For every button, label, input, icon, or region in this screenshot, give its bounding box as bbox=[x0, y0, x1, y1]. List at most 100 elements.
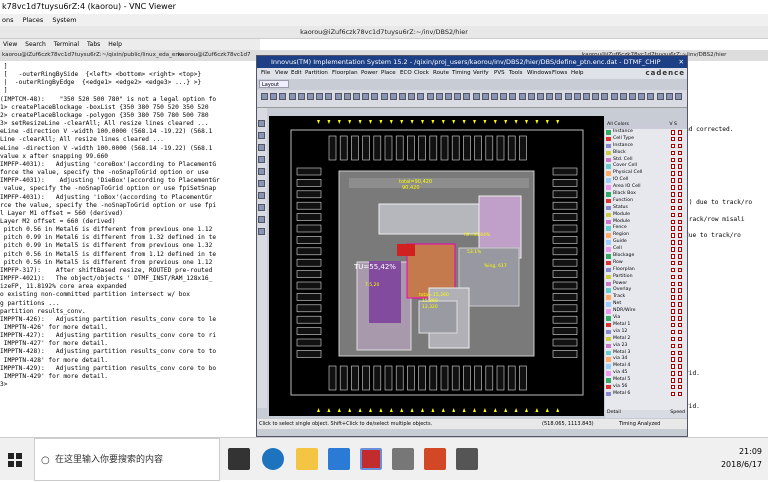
places-menu[interactable]: Places bbox=[23, 16, 44, 24]
visibility-checkbox[interactable] bbox=[670, 226, 675, 231]
visibility-checkbox[interactable] bbox=[670, 329, 675, 335]
toolbar-button[interactable] bbox=[463, 93, 471, 100]
menu-route[interactable]: Route bbox=[433, 68, 449, 79]
layer-row[interactable]: via 12 bbox=[605, 329, 687, 336]
visibility-checkbox[interactable] bbox=[670, 260, 675, 266]
visibility-checkbox[interactable] bbox=[670, 350, 675, 355]
toolbar-button[interactable] bbox=[389, 93, 397, 100]
layer-row[interactable]: Partition bbox=[605, 274, 687, 281]
side-tool-button[interactable] bbox=[258, 156, 265, 163]
visibility-checkbox[interactable] bbox=[677, 143, 682, 149]
menu-help[interactable]: Help bbox=[571, 68, 584, 79]
layer-row[interactable]: Metal 1 bbox=[605, 322, 687, 329]
layer-row[interactable]: Status bbox=[605, 205, 687, 212]
visibility-checkbox[interactable] bbox=[670, 371, 675, 376]
toolbar-button[interactable] bbox=[380, 93, 388, 100]
side-tool-button[interactable] bbox=[258, 216, 265, 223]
toolbar-button[interactable] bbox=[343, 93, 351, 100]
layer-row[interactable]: Blockage bbox=[605, 253, 687, 260]
menu-file[interactable]: File bbox=[261, 68, 270, 79]
visibility-checkbox[interactable] bbox=[677, 219, 682, 225]
visibility-checkbox[interactable] bbox=[670, 288, 675, 293]
toolbar-button[interactable] bbox=[399, 93, 406, 100]
toolbar-button[interactable] bbox=[297, 93, 305, 100]
menu-place[interactable]: Place bbox=[381, 68, 396, 79]
menu-view[interactable]: View bbox=[3, 41, 17, 48]
menu-edit[interactable]: Edit bbox=[291, 68, 302, 79]
layer-row[interactable]: Metal 5 bbox=[605, 377, 687, 384]
visibility-checkbox[interactable] bbox=[670, 274, 675, 280]
visibility-checkbox[interactable] bbox=[677, 240, 682, 245]
menu-partition[interactable]: Partition bbox=[305, 68, 328, 79]
layer-row[interactable]: via 23 bbox=[605, 343, 687, 350]
side-tool-button[interactable] bbox=[258, 132, 265, 139]
store-icon[interactable] bbox=[328, 448, 350, 470]
innovus-window[interactable]: Innovus(TM) Implementation System 15.2 -… bbox=[256, 55, 688, 437]
visibility-checkbox[interactable] bbox=[670, 391, 675, 397]
toolbar-button[interactable] bbox=[435, 93, 443, 100]
visibility-checkbox[interactable] bbox=[677, 295, 682, 300]
toolbar-button[interactable] bbox=[261, 93, 268, 100]
toolbar-button[interactable] bbox=[592, 93, 600, 100]
toolbar-button[interactable] bbox=[371, 93, 379, 100]
toolbar-button[interactable] bbox=[555, 93, 563, 100]
side-tool-button[interactable] bbox=[258, 168, 265, 175]
terminal-tab-2[interactable]: kaorou@iZuf6czk78vc1d7 bbox=[178, 50, 251, 61]
toolbar-button[interactable] bbox=[619, 93, 627, 100]
menu-search[interactable]: Search bbox=[25, 41, 46, 48]
visibility-checkbox[interactable] bbox=[670, 233, 675, 238]
menu-verify[interactable]: Verify bbox=[473, 68, 489, 79]
toolbar-button[interactable] bbox=[675, 93, 682, 100]
visibility-checkbox[interactable] bbox=[670, 302, 675, 307]
visibility-checkbox[interactable] bbox=[670, 157, 675, 163]
toolbar-button[interactable] bbox=[316, 93, 324, 100]
visibility-checkbox[interactable] bbox=[670, 336, 675, 342]
side-tool-button[interactable] bbox=[258, 192, 265, 199]
visibility-checkbox[interactable] bbox=[670, 164, 675, 169]
toolbar-button[interactable] bbox=[307, 93, 314, 100]
visibility-checkbox[interactable] bbox=[670, 212, 675, 218]
toolbar-button[interactable] bbox=[665, 93, 673, 100]
visibility-checkbox[interactable] bbox=[670, 240, 675, 245]
visibility-checkbox[interactable] bbox=[670, 185, 675, 190]
visibility-checkbox[interactable] bbox=[670, 267, 675, 273]
visibility-checkbox[interactable] bbox=[670, 343, 675, 349]
toolbar-button[interactable] bbox=[583, 93, 590, 100]
visibility-checkbox[interactable] bbox=[677, 391, 682, 397]
layer-row[interactable]: Row bbox=[605, 260, 687, 267]
menu-windows[interactable]: Windows bbox=[527, 68, 552, 79]
visibility-checkbox[interactable] bbox=[677, 260, 682, 266]
visibility-checkbox[interactable] bbox=[670, 178, 675, 183]
toolbar-button[interactable] bbox=[518, 93, 526, 100]
toolbar-button[interactable] bbox=[491, 93, 498, 100]
visibility-checkbox[interactable] bbox=[670, 357, 675, 362]
menu-pvs[interactable]: PVS bbox=[494, 68, 505, 79]
visibility-checkbox[interactable] bbox=[670, 378, 675, 383]
toolbar-button[interactable] bbox=[610, 93, 618, 100]
toolbar-button[interactable] bbox=[334, 93, 342, 100]
visibility-checkbox[interactable] bbox=[677, 226, 682, 231]
visibility-checkbox[interactable] bbox=[670, 309, 675, 314]
visibility-checkbox[interactable] bbox=[677, 322, 682, 328]
applications-menu[interactable]: ons bbox=[2, 16, 13, 24]
toolbar-button[interactable] bbox=[288, 93, 296, 100]
visibility-checkbox[interactable] bbox=[677, 192, 682, 197]
toolbar-button[interactable] bbox=[527, 93, 535, 100]
toolbar-button[interactable] bbox=[509, 93, 517, 100]
layer-row[interactable]: Via bbox=[605, 315, 687, 322]
visibility-checkbox[interactable] bbox=[670, 364, 675, 369]
visibility-checkbox[interactable] bbox=[677, 130, 682, 135]
visibility-checkbox[interactable] bbox=[677, 288, 682, 293]
toolbar-button[interactable] bbox=[629, 93, 636, 100]
layer-row[interactable]: Metal 2 bbox=[605, 336, 687, 343]
side-tool-button[interactable] bbox=[258, 228, 265, 235]
powerpoint-icon[interactable] bbox=[424, 448, 446, 470]
menu-power[interactable]: Power bbox=[361, 68, 378, 79]
toolbar-button[interactable] bbox=[270, 93, 278, 100]
visibility-checkbox[interactable] bbox=[670, 219, 675, 225]
visibility-checkbox[interactable] bbox=[670, 316, 675, 321]
side-tool-button[interactable] bbox=[258, 144, 265, 151]
menu-flows[interactable]: Flows bbox=[552, 68, 567, 79]
visibility-checkbox[interactable] bbox=[677, 247, 682, 252]
layout-tab[interactable]: Layout bbox=[259, 80, 289, 88]
